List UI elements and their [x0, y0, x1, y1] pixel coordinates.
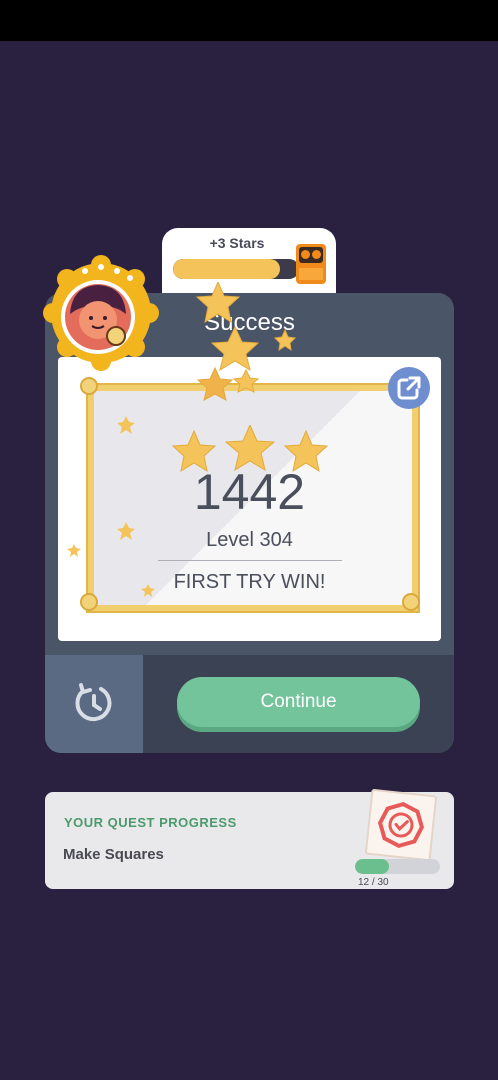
avatar-badge [43, 255, 159, 371]
divider [158, 560, 342, 561]
stars-progress-fill [173, 259, 281, 279]
falling-stars-icon [195, 282, 297, 401]
share-icon [397, 376, 421, 400]
share-button[interactable] [388, 367, 430, 409]
continue-button[interactable]: Continue [177, 677, 420, 727]
quest-progress-fill [355, 859, 389, 874]
action-bar: Continue [45, 655, 454, 753]
quest-title: YOUR QUEST PROGRESS [64, 815, 237, 830]
frame-corner [402, 593, 420, 611]
stars-progress-bar [173, 259, 299, 279]
quest-name: Make Squares [63, 846, 164, 863]
quest-count: 12 / 30 [358, 877, 389, 888]
status-bar [0, 0, 498, 41]
sparkle-stars-icon [67, 416, 155, 597]
chest-icon [296, 244, 326, 284]
quest-badge-icon [364, 788, 438, 862]
replay-icon [75, 683, 112, 722]
quest-progress-card[interactable]: YOUR QUEST PROGRESS Make Squares 12 / 30 [45, 788, 454, 889]
quest-progress-bar [355, 859, 440, 874]
frame-corner [80, 377, 98, 395]
stars-reward-label: +3 Stars [209, 235, 265, 251]
replay-button[interactable] [45, 655, 143, 753]
